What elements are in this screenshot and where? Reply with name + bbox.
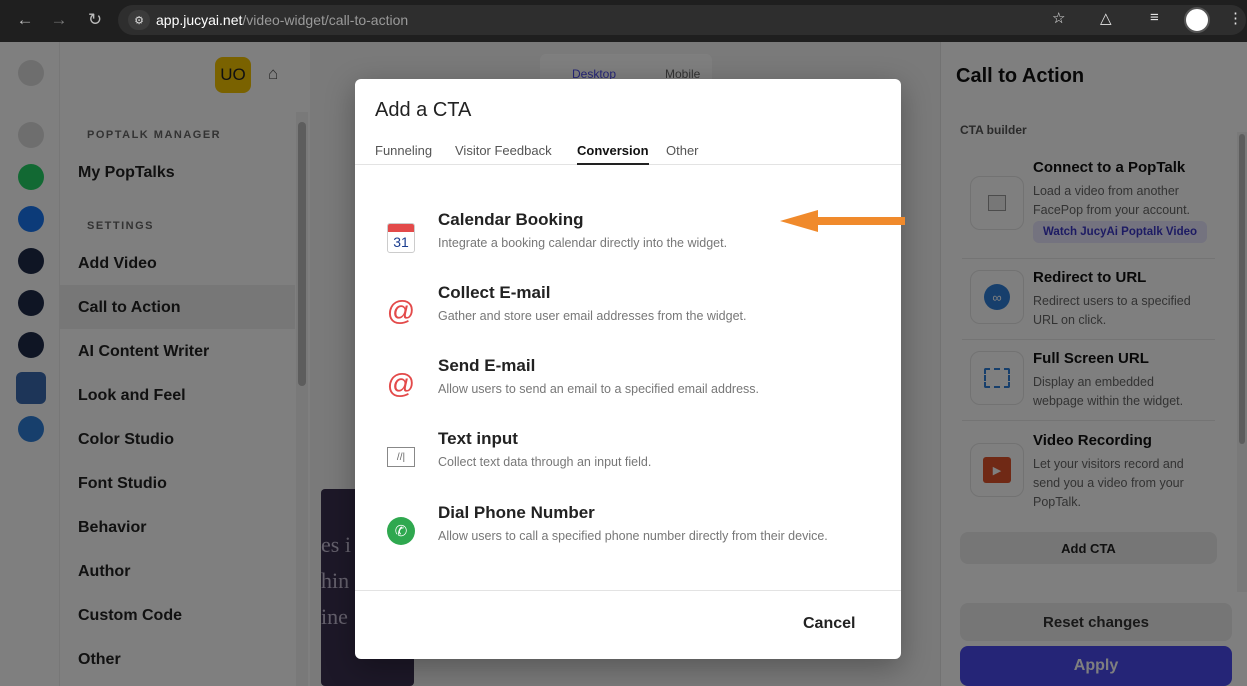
back-arrow-icon[interactable]: ← — [10, 5, 40, 35]
tab-other[interactable]: Other — [666, 143, 699, 158]
tab-conversion[interactable]: Conversion — [577, 143, 649, 165]
reload-icon[interactable]: ↻ — [80, 5, 110, 35]
modal-title: Add a CTA — [375, 99, 472, 121]
text-input-icon: //| — [385, 441, 417, 473]
add-cta-modal: Add a CTA Funneling Visitor Feedback Con… — [355, 79, 901, 659]
modal-footer: Cancel — [355, 590, 901, 659]
browser-toolbar: ← → ↻ ⚙ app.jucyai.net/video-widget/call… — [0, 0, 1247, 42]
bookmark-star-icon[interactable]: ☆ — [1052, 9, 1065, 27]
option-title: Send E-mail — [438, 356, 536, 375]
option-title: Collect E-mail — [438, 283, 551, 302]
calendar-day: 31 — [393, 234, 409, 250]
option-collect-email[interactable]: @ Collect E-mail Gather and store user e… — [355, 283, 901, 343]
option-desc: Gather and store user email addresses fr… — [438, 309, 747, 323]
cancel-button[interactable]: Cancel — [803, 615, 855, 633]
tab-visitor-feedback[interactable]: Visitor Feedback — [455, 143, 552, 158]
url-text[interactable]: app.jucyai.net/video-widget/call-to-acti… — [156, 12, 408, 28]
media-queue-icon[interactable]: ≡ — [1150, 9, 1159, 26]
more-menu-icon[interactable]: ⋮ — [1228, 9, 1243, 27]
forward-arrow-icon[interactable]: → — [44, 5, 74, 35]
address-bar[interactable]: ⚙ app.jucyai.net/video-widget/call-to-ac… — [118, 5, 1246, 35]
option-text-input[interactable]: //| Text input Collect text data through… — [355, 429, 901, 489]
calendar-icon: 31 — [385, 222, 417, 254]
option-title: Text input — [438, 429, 518, 448]
profile-avatar[interactable] — [1184, 7, 1210, 33]
option-desc: Allow users to call a specified phone nu… — [438, 529, 828, 543]
at-sign-icon: @ — [386, 368, 416, 399]
option-desc: Collect text data through an input field… — [438, 455, 652, 469]
option-dial-phone[interactable]: ✆ Dial Phone Number Allow users to call … — [355, 503, 901, 563]
extensions-icon[interactable]: △ — [1100, 9, 1112, 27]
option-send-email[interactable]: @ Send E-mail Allow users to send an ema… — [355, 356, 901, 416]
modal-tabs: Funneling Visitor Feedback Conversion Ot… — [355, 139, 901, 165]
option-desc: Integrate a booking calendar directly in… — [438, 236, 728, 250]
option-desc: Allow users to send an email to a specif… — [438, 382, 759, 396]
option-title: Calendar Booking — [438, 210, 584, 229]
tab-funneling[interactable]: Funneling — [375, 143, 432, 158]
option-title: Dial Phone Number — [438, 503, 595, 522]
annotation-arrow-icon — [780, 210, 905, 232]
site-settings-icon[interactable]: ⚙ — [128, 10, 150, 30]
at-sign-icon: @ — [386, 295, 416, 326]
phone-icon: ✆ — [385, 515, 417, 547]
